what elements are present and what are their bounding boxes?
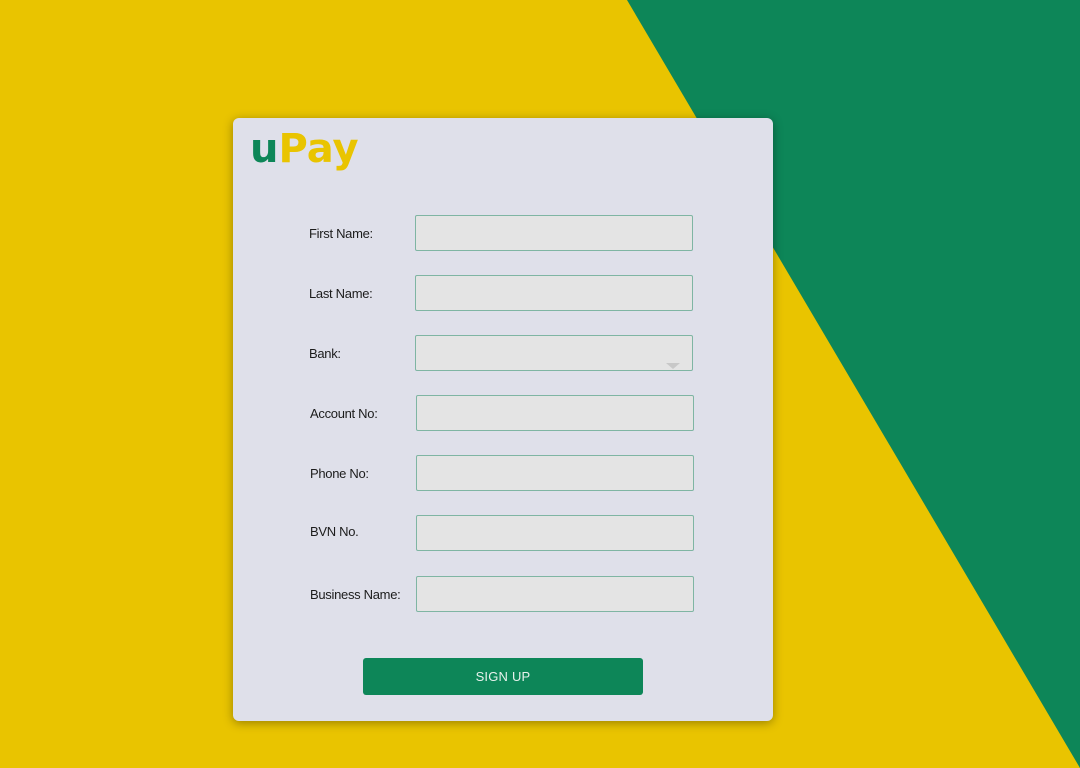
account-no-row: Account No:: [310, 395, 700, 433]
bank-row: Bank:: [309, 335, 699, 373]
bvn-no-input[interactable]: [416, 515, 694, 551]
business-name-input[interactable]: [416, 576, 694, 612]
account-no-input[interactable]: [416, 395, 694, 431]
phone-no-label: Phone No:: [310, 466, 369, 481]
phone-no-row: Phone No:: [310, 455, 700, 493]
logo-letter-u: u: [250, 126, 279, 172]
last-name-row: Last Name:: [309, 275, 699, 313]
account-no-label: Account No:: [310, 406, 378, 421]
business-name-row: Business Name:: [310, 576, 700, 614]
bvn-no-row: BVN No.: [310, 515, 700, 553]
phone-no-input[interactable]: [416, 455, 694, 491]
bank-select[interactable]: [415, 335, 693, 371]
bank-label: Bank:: [309, 346, 341, 361]
signup-card: uPay First Name: Last Name: Bank: Accoun…: [233, 118, 773, 721]
last-name-input[interactable]: [415, 275, 693, 311]
first-name-label: First Name:: [309, 226, 373, 241]
upay-logo: uPay: [250, 126, 359, 172]
sign-up-button[interactable]: SIGN UP: [363, 658, 643, 695]
first-name-input[interactable]: [415, 215, 693, 251]
business-name-label: Business Name:: [310, 587, 401, 602]
last-name-label: Last Name:: [309, 286, 373, 301]
bvn-no-label: BVN No.: [310, 524, 359, 539]
logo-letter-p: P: [278, 126, 307, 172]
chevron-down-icon: [666, 363, 680, 369]
logo-letters-ay: ay: [306, 126, 359, 172]
first-name-row: First Name:: [309, 215, 699, 253]
